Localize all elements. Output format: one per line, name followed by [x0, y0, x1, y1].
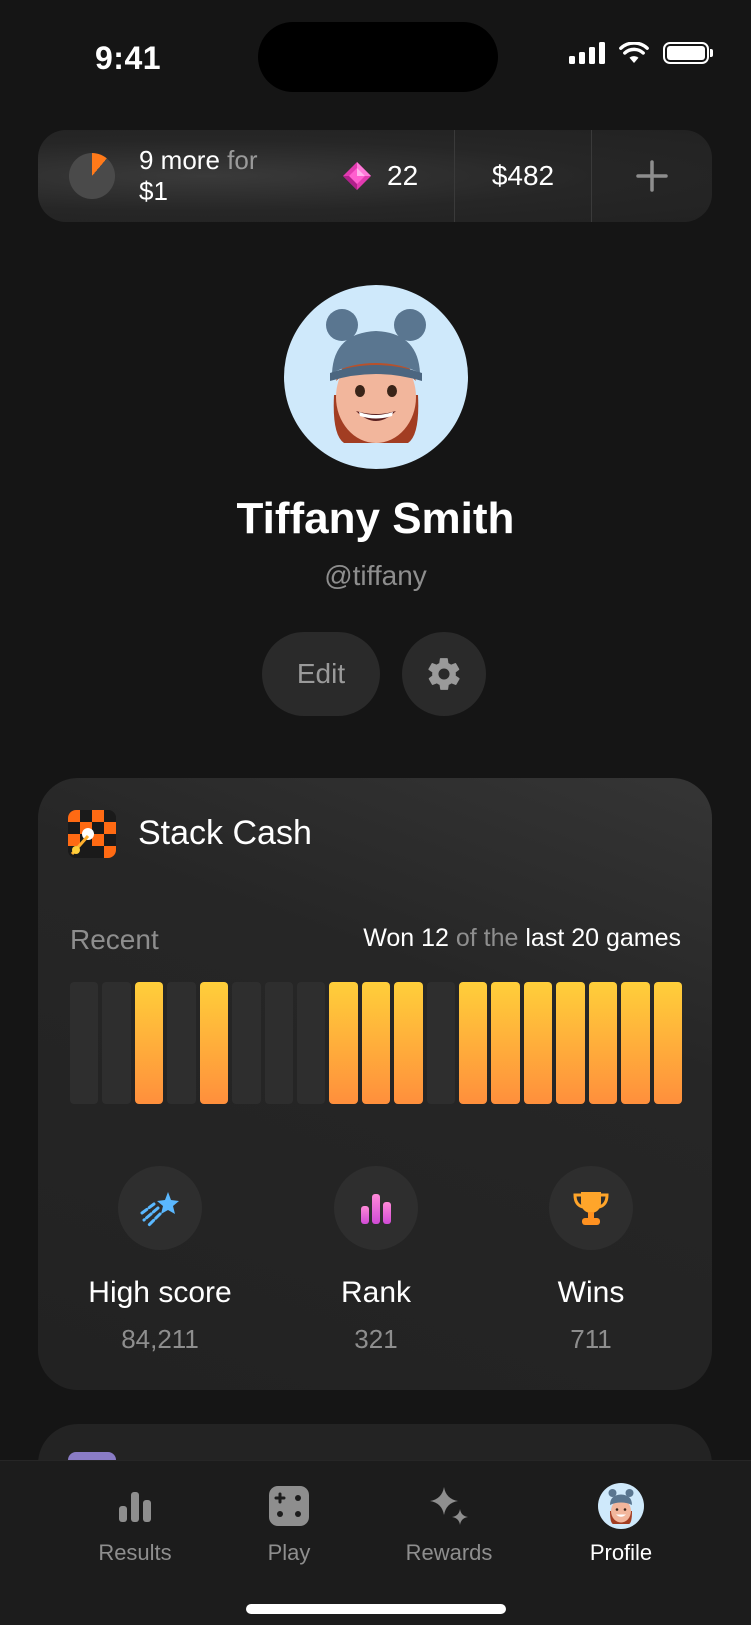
stack-cash-game-icon: [68, 810, 116, 858]
result-bar-loss: [70, 982, 99, 1104]
stat-label: High score: [88, 1276, 232, 1309]
plus-icon: [636, 160, 668, 192]
stat-label: Rank: [340, 1276, 412, 1309]
settings-button[interactable]: [402, 632, 486, 716]
result-bar-loss: [232, 982, 261, 1104]
gear-icon: [428, 658, 460, 690]
stat-rank: Rank 321: [266, 1166, 486, 1355]
wifi-icon: [619, 42, 649, 63]
reward-progress-text[interactable]: 9 more for $1: [139, 145, 289, 207]
gems-value: 22: [387, 160, 419, 191]
stat-high-score: High score 84,211: [50, 1166, 270, 1355]
stat-value: 711: [570, 1324, 612, 1354]
profile-name: Tiffany Smith: [236, 494, 515, 543]
stat-value: 321: [354, 1324, 398, 1354]
stat-wins: Wins 711: [481, 1166, 701, 1355]
stat-icon-circle: [118, 1166, 202, 1250]
stat-icon-circle: [334, 1166, 418, 1250]
avatar-icon: [598, 1483, 644, 1529]
result-bar-win: [588, 982, 618, 1104]
gem-icon: [343, 162, 371, 190]
tab-play[interactable]: Play: [214, 1484, 364, 1566]
profile-avatar[interactable]: [284, 285, 468, 469]
add-funds-button[interactable]: [592, 159, 712, 193]
tab-results[interactable]: Results: [60, 1484, 210, 1566]
progress-for: for: [227, 145, 258, 175]
bar-chart-icon: [361, 1194, 391, 1224]
recent-summary: Won 12 of the last 20 games: [363, 924, 681, 953]
summary-last: last 20 games: [525, 924, 681, 952]
tab-label: Profile: [589, 1540, 653, 1565]
currency-bar: 9 more for $1 22 $482: [38, 130, 712, 222]
status-time: 9:41: [95, 40, 162, 76]
result-bar-win: [134, 982, 164, 1104]
recent-label: Recent: [70, 924, 159, 955]
tab-label: Play: [267, 1540, 311, 1565]
game-title: Stack Cash: [138, 814, 312, 852]
edit-profile-button[interactable]: Edit: [262, 632, 380, 716]
progress-count: 9 more: [139, 145, 228, 175]
shooting-star-icon: [140, 1192, 179, 1228]
result-bar-win: [199, 982, 229, 1104]
result-bar-win: [556, 982, 585, 1104]
profile-handle: @tiffany: [324, 560, 427, 591]
result-bar-win: [459, 982, 488, 1104]
play-icon: [269, 1486, 309, 1526]
summary-won: Won 12: [363, 924, 449, 952]
results-icon: [119, 1492, 151, 1522]
stat-icon-circle: [549, 1166, 633, 1250]
stat-value: 84,211: [121, 1324, 199, 1354]
rewards-icon: [430, 1487, 468, 1525]
result-bar-win: [329, 982, 358, 1104]
cash-balance[interactable]: $482: [455, 160, 591, 192]
result-bar-loss: [102, 982, 131, 1104]
cellular-signal-icon: [569, 42, 605, 64]
tab-label: Rewards: [405, 1540, 493, 1565]
home-indicator: [246, 1604, 506, 1614]
stat-label: Wins: [557, 1276, 625, 1309]
recent-results-bars: [70, 982, 683, 1104]
result-bar-win: [621, 982, 650, 1104]
result-bar-win: [491, 982, 520, 1104]
gems-counter[interactable]: 22: [341, 160, 454, 192]
result-bar-loss: [296, 982, 326, 1104]
result-bar-loss: [426, 982, 456, 1104]
status-icons: [569, 42, 713, 64]
tab-label: Results: [98, 1540, 172, 1565]
battery-icon: [663, 42, 713, 64]
result-bar-win: [361, 982, 391, 1104]
result-bar-win: [394, 982, 423, 1104]
result-bar-loss: [167, 982, 196, 1104]
trophy-icon: [573, 1192, 609, 1225]
result-bar-loss: [264, 982, 293, 1104]
result-bar-win: [523, 982, 553, 1104]
summary-of-the: of the: [448, 924, 526, 952]
progress-reward: $1: [139, 176, 168, 206]
result-bar-win: [653, 982, 683, 1104]
tab-rewards[interactable]: Rewards: [374, 1484, 524, 1566]
reward-progress-ring: [69, 153, 115, 199]
tab-profile[interactable]: Profile: [546, 1483, 696, 1566]
memoji-avatar-icon: [326, 309, 426, 443]
dynamic-island: [258, 22, 498, 92]
